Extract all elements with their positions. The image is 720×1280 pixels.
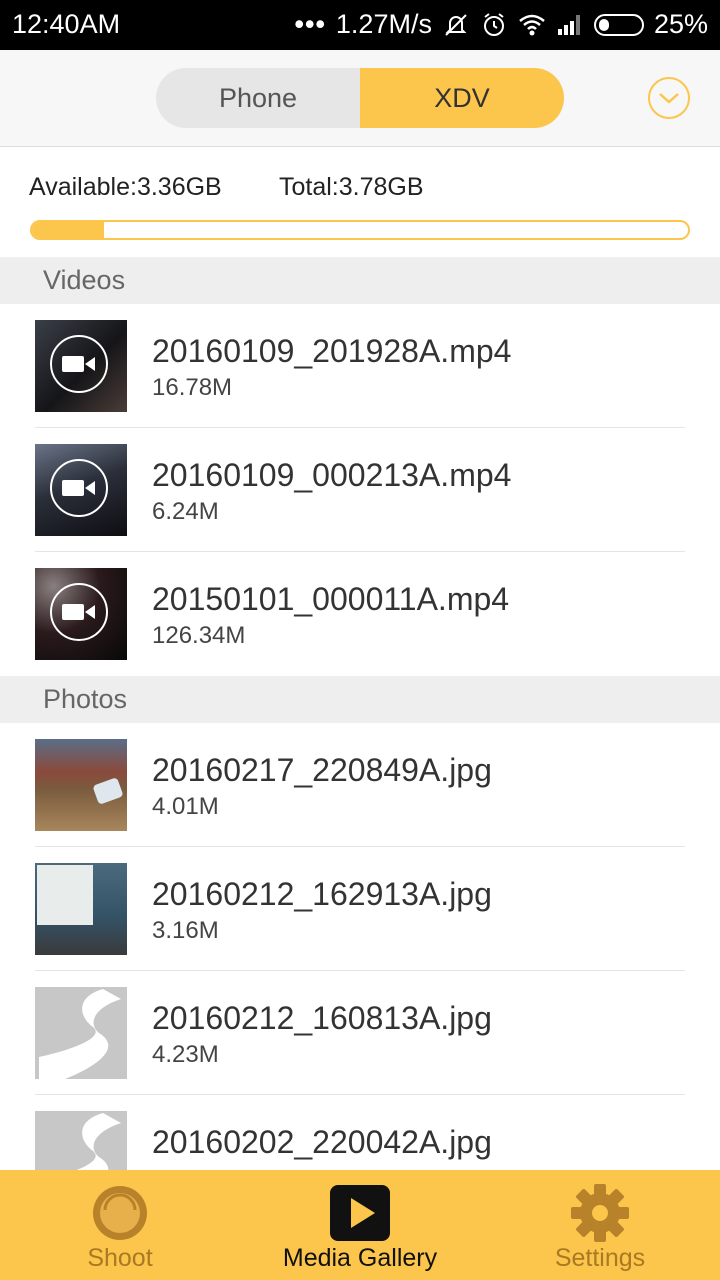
network-speed: 1.27M/s — [335, 9, 432, 39]
file-size: 4.23M — [152, 1041, 219, 1068]
tab-xdv[interactable]: XDV — [360, 68, 564, 128]
battery-percent: 25% — [653, 9, 708, 39]
placeholder-image-icon — [35, 987, 127, 1079]
list-item[interactable]: 20160217_220849A.jpg 4.01M — [0, 723, 720, 847]
file-size: 3.16M — [152, 917, 219, 944]
wifi-icon — [519, 14, 545, 35]
file-name: 20160212_162913A.jpg — [152, 876, 492, 912]
list-item[interactable]: 20160109_201928A.mp4 16.78M — [0, 304, 720, 428]
file-size: 16.78M — [152, 374, 233, 401]
file-name: 20160109_201928A.mp4 — [152, 333, 512, 369]
total-storage: Total:3.78GB — [279, 173, 424, 201]
file-name: 20160109_000213A.mp4 — [152, 457, 512, 493]
photos-section-header: Photos — [0, 676, 720, 723]
nav-label: Media Gallery — [282, 1244, 438, 1272]
video-thumbnail — [35, 320, 127, 412]
nav-label: Settings — [554, 1244, 646, 1272]
file-size: 6.24M — [152, 498, 219, 525]
muted-bell-icon — [445, 13, 467, 36]
nav-media-gallery[interactable]: Media Gallery — [240, 1170, 480, 1280]
camera-lens-icon — [93, 1186, 147, 1240]
video-camera-icon — [50, 459, 108, 517]
available-storage: Available:3.36GB — [29, 173, 222, 201]
gear-icon — [571, 1184, 629, 1242]
list-item[interactable]: 20160212_160813A.jpg 4.23M — [0, 971, 720, 1095]
video-thumbnail — [35, 444, 127, 536]
nav-label: Shoot — [87, 1244, 153, 1272]
list-item[interactable]: 20160212_162913A.jpg 3.16M — [0, 847, 720, 971]
status-time: 12:40AM — [12, 9, 121, 39]
chevron-down-icon — [659, 93, 679, 104]
videos-section-title: Videos — [43, 265, 126, 295]
file-name: 20150101_000011A.mp4 — [152, 581, 510, 617]
battery-icon — [593, 13, 644, 36]
storage-info: Available:3.36GB Total:3.78GB — [0, 147, 720, 257]
photo-thumbnail — [35, 739, 127, 831]
video-camera-icon — [50, 335, 108, 393]
list-item[interactable]: 20160109_000213A.mp4 6.24M — [0, 428, 720, 552]
photos-section-title: Photos — [43, 684, 128, 714]
file-size: 4.01M — [152, 793, 219, 820]
file-name: 20160212_160813A.jpg — [152, 1000, 492, 1036]
top-header: Phone XDV — [0, 50, 720, 147]
file-size: 126.34M — [152, 622, 246, 649]
file-name: 20160217_220849A.jpg — [152, 752, 492, 788]
nav-shoot[interactable]: Shoot — [0, 1170, 240, 1280]
storage-progress-bar — [30, 220, 690, 240]
status-bar: 12:40AM ••• 1.27M/s 25% — [0, 0, 720, 50]
status-icons: ••• 1.27M/s 25% — [295, 9, 708, 40]
alarm-icon — [483, 12, 504, 36]
network-dots: ••• — [294, 9, 326, 39]
file-name: 20160202_220042A.jpg — [152, 1124, 492, 1160]
dropdown-button[interactable] — [648, 77, 690, 119]
video-thumbnail — [35, 568, 127, 660]
tab-phone[interactable]: Phone — [156, 68, 360, 128]
signal-icon — [557, 14, 580, 35]
play-icon — [330, 1185, 390, 1241]
storage-progress-fill — [32, 222, 105, 238]
photo-thumbnail — [35, 863, 127, 955]
list-item[interactable]: 20150101_000011A.mp4 126.34M — [0, 552, 720, 676]
nav-settings[interactable]: Settings — [480, 1170, 720, 1280]
bottom-nav: Shoot Media Gallery Settings — [0, 1170, 720, 1280]
video-camera-icon — [50, 583, 108, 641]
videos-section-header: Videos — [0, 257, 720, 304]
source-switcher: Phone XDV — [156, 68, 564, 128]
